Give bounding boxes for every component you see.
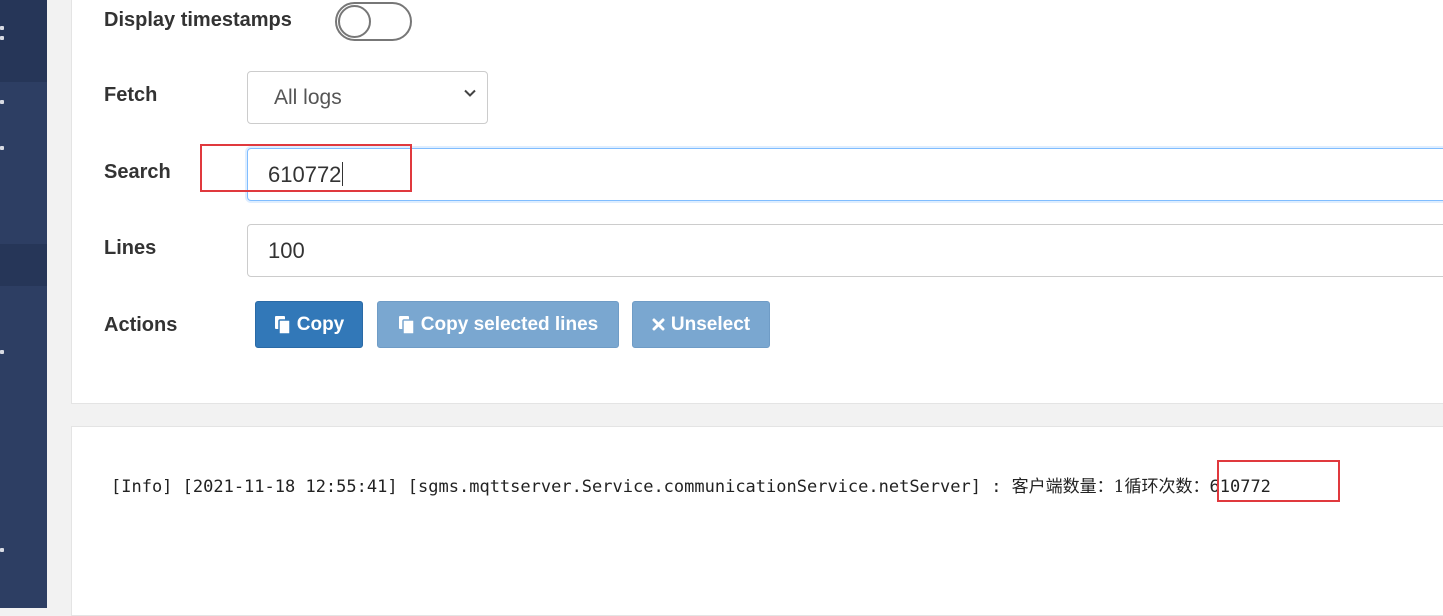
sidebar-icon xyxy=(0,350,4,354)
search-input[interactable]: 610772 xyxy=(247,148,1443,201)
copy-button[interactable]: Copy xyxy=(255,301,363,348)
log-output-panel xyxy=(71,426,1443,616)
sidebar-item-active[interactable] xyxy=(0,0,47,82)
fetch-label: Fetch xyxy=(104,84,158,106)
chevron-down-icon xyxy=(463,84,477,105)
sidebar-icon xyxy=(0,146,4,150)
log-line-prefix: [Info] [2021-11-18 12:55:41] [sgms.mqtts… xyxy=(111,477,1012,497)
lines-input-value: 100 xyxy=(268,238,305,263)
fetch-select[interactable]: All logs xyxy=(247,71,488,124)
log-line-message: 客户端数量：1循环次数： xyxy=(1011,477,1210,497)
fetch-select-value: All logs xyxy=(274,86,342,109)
display-timestamps-toggle[interactable] xyxy=(335,2,412,41)
highlight-box-log-value xyxy=(1217,460,1340,502)
sidebar-icon xyxy=(0,100,4,104)
toggle-knob xyxy=(338,5,371,38)
sidebar-item[interactable] xyxy=(0,244,47,286)
log-line[interactable]: [Info] [2021-11-18 12:55:41] [sgms.mqtts… xyxy=(111,472,1271,497)
copy-selected-lines-label: Copy selected lines xyxy=(420,313,599,335)
display-timestamps-label: Display timestamps xyxy=(104,9,292,31)
lines-input[interactable]: 100 xyxy=(247,224,1443,277)
copy-selected-lines-button[interactable]: Copy selected lines xyxy=(377,301,619,348)
unselect-button[interactable]: Unselect xyxy=(632,301,770,348)
sidebar-icon xyxy=(0,548,4,552)
x-icon xyxy=(652,318,665,331)
lines-label: Lines xyxy=(104,237,157,259)
copy-button-label: Copy xyxy=(296,313,345,335)
search-label: Search xyxy=(104,161,171,183)
copy-icon xyxy=(398,315,415,335)
sidebar-icon xyxy=(0,26,4,30)
sidebar xyxy=(0,0,47,608)
copy-icon xyxy=(274,315,291,335)
highlight-box-search xyxy=(200,144,412,192)
unselect-button-label: Unselect xyxy=(670,313,751,335)
sidebar-icon xyxy=(0,36,4,40)
actions-label: Actions xyxy=(104,314,178,336)
